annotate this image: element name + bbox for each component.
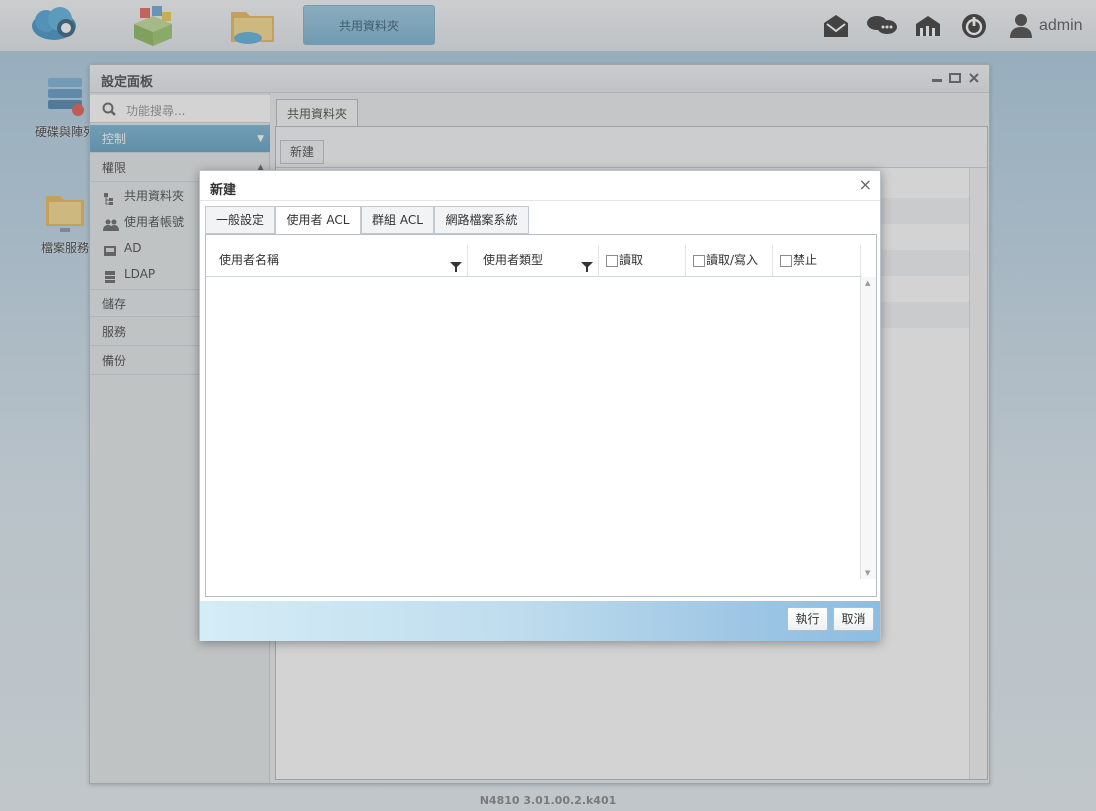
read-all-checkbox[interactable] xyxy=(606,255,618,267)
dialog-footer: 執行 取消 xyxy=(200,601,880,641)
scroll-down-icon[interactable]: ▼ xyxy=(865,569,870,577)
column-label: 使用者類型 xyxy=(483,253,544,267)
close-icon[interactable]: × xyxy=(859,177,872,193)
apply-button[interactable]: 執行 xyxy=(787,607,828,631)
tab-general-settings[interactable]: 一般設定 xyxy=(205,206,275,234)
grid-scrollbar[interactable]: ▲ ▼ xyxy=(860,277,876,579)
filter-icon[interactable] xyxy=(450,254,462,272)
grid-header: 使用者名稱 使用者類型 讀取 讀取/寫入 禁止 xyxy=(206,245,862,277)
cancel-button[interactable]: 取消 xyxy=(833,607,874,631)
column-read-write[interactable]: 讀取/寫入 xyxy=(686,245,773,277)
scroll-up-icon[interactable]: ▲ xyxy=(865,279,870,287)
column-user-type[interactable]: 使用者類型 xyxy=(468,245,599,277)
column-user-name[interactable]: 使用者名稱 xyxy=(206,245,468,277)
column-label: 禁止 xyxy=(793,253,818,267)
dialog-title: 新建 xyxy=(210,183,237,198)
column-deny[interactable]: 禁止 xyxy=(773,245,861,277)
column-label: 讀取/寫入 xyxy=(706,253,759,267)
tab-user-acl[interactable]: 使用者 ACL xyxy=(275,206,361,235)
user-acl-grid: 使用者名稱 使用者類型 讀取 讀取/寫入 禁止 ▲ ▼ xyxy=(205,234,877,597)
column-label: 讀取 xyxy=(619,253,644,267)
dialog-header: 新建 × xyxy=(200,171,880,201)
filter-icon[interactable] xyxy=(581,254,593,272)
tab-group-acl[interactable]: 群組 ACL xyxy=(361,206,434,234)
column-label: 使用者名稱 xyxy=(219,253,280,267)
tab-nfs[interactable]: 網路檔案系統 xyxy=(434,206,529,234)
new-share-dialog: 新建 × 一般設定 使用者 ACL 群組 ACL 網路檔案系統 使用者名稱 使用… xyxy=(199,170,881,641)
deny-all-checkbox[interactable] xyxy=(780,255,792,267)
read-write-all-checkbox[interactable] xyxy=(693,255,705,267)
column-read[interactable]: 讀取 xyxy=(599,245,686,277)
